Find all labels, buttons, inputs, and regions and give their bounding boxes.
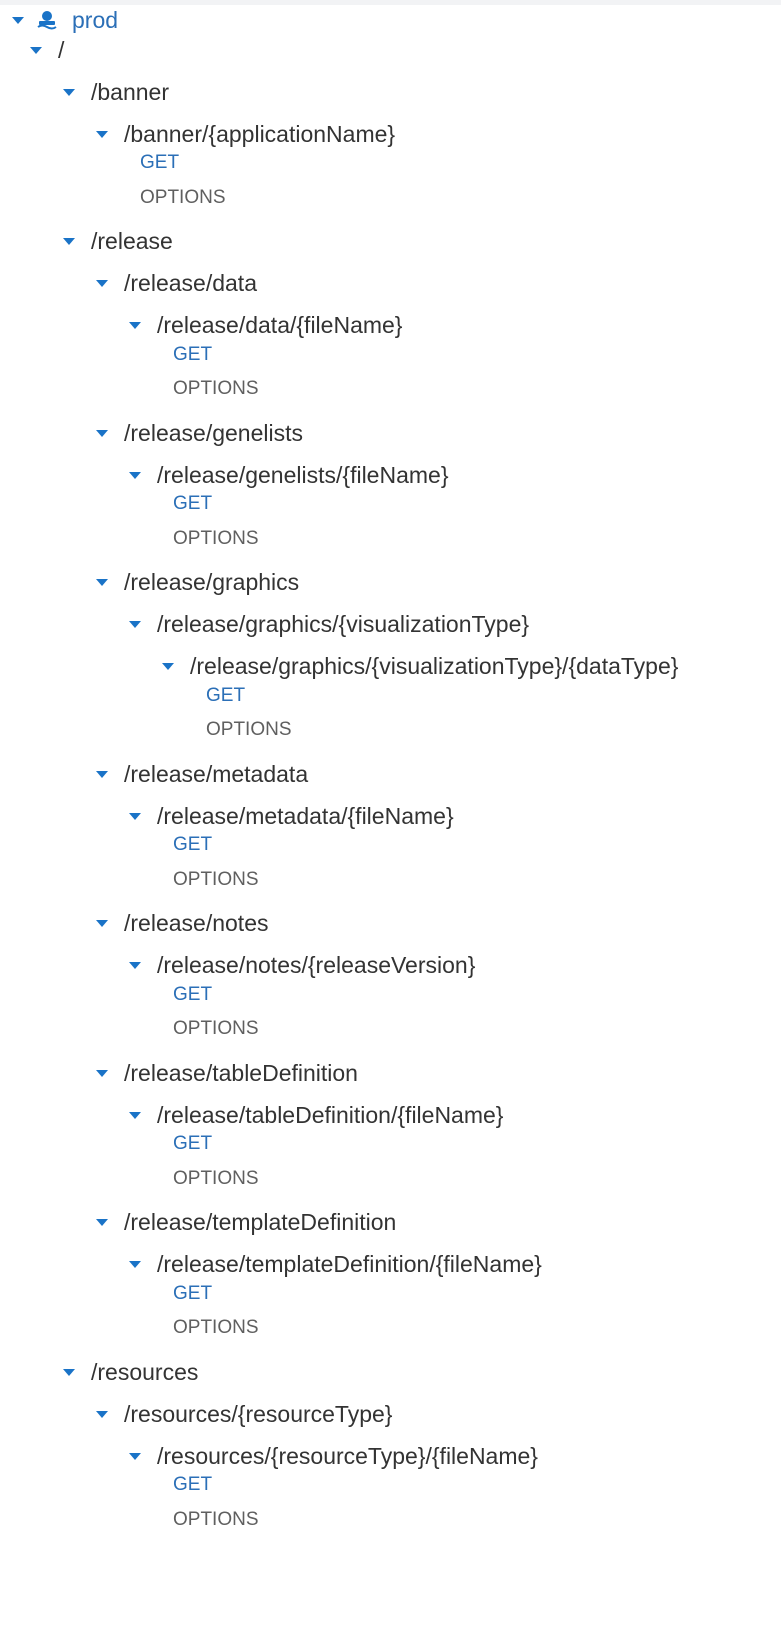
method-options[interactable]: OPTIONS [173, 1507, 259, 1533]
caret-down-icon[interactable] [63, 1368, 75, 1376]
caret-down-icon[interactable] [129, 812, 141, 820]
top-divider [0, 0, 781, 5]
caret-down-icon[interactable] [96, 1069, 108, 1077]
caret-down-icon[interactable] [162, 663, 174, 670]
tree-node-root[interactable]: / [30, 36, 64, 64]
caret-down-icon[interactable] [129, 1111, 141, 1119]
resource-path-label[interactable]: /release/graphics [124, 569, 299, 596]
caret-down-icon[interactable] [129, 471, 141, 479]
method-get[interactable]: GET [173, 342, 212, 368]
tree-node-release-notes-releaseversion[interactable]: /release/notes/{releaseVersion} [129, 952, 475, 980]
tree-node-release-graphics[interactable]: /release/graphics [96, 569, 299, 597]
method-get[interactable]: GET [206, 683, 245, 709]
caret-down-icon[interactable] [96, 1410, 108, 1418]
resource-path-label[interactable]: /release/tableDefinition/{fileName} [157, 1102, 503, 1129]
caret-down-icon[interactable] [129, 621, 141, 628]
method-get[interactable]: GET [140, 150, 179, 176]
resource-path-label[interactable]: /banner/{applicationName} [124, 121, 395, 148]
tree-node-resources-resourcetype-filename[interactable]: /resources/{resourceType}/{fileName} [129, 1442, 538, 1470]
resource-path-label[interactable]: /release [91, 228, 173, 255]
tree-node-resources[interactable]: /resources [63, 1358, 198, 1386]
method-get[interactable]: GET [173, 832, 212, 858]
method-options[interactable]: OPTIONS [173, 1016, 259, 1042]
caret-down-icon[interactable] [96, 280, 108, 287]
tree-node-release-metadata-filename[interactable]: /release/metadata/{fileName} [129, 802, 454, 830]
tree-node-release[interactable]: /release [63, 228, 173, 256]
tree-node-release-tabledefinition[interactable]: /release/tableDefinition [96, 1059, 358, 1087]
tree-node-release-data-filename[interactable]: /release/data/{fileName} [129, 312, 403, 340]
resource-path-label[interactable]: /release/genelists [124, 420, 303, 447]
resource-path-label[interactable]: /banner [91, 79, 169, 106]
caret-down-icon[interactable] [96, 130, 108, 138]
tree-node-release-metadata[interactable]: /release/metadata [96, 760, 308, 788]
resource-path-label[interactable]: /release/notes [124, 910, 268, 937]
method-options[interactable]: OPTIONS [173, 376, 259, 402]
method-options[interactable]: OPTIONS [140, 185, 226, 211]
tree-node-banner-applicationname[interactable]: /banner/{applicationName} [96, 120, 395, 148]
caret-down-icon[interactable] [129, 962, 141, 969]
caret-down-icon[interactable] [63, 238, 75, 245]
tree-node-release-data[interactable]: /release/data [96, 270, 257, 298]
tree-node-release-genelists[interactable]: /release/genelists [96, 419, 303, 447]
resource-path-label[interactable]: /release/templateDefinition [124, 1209, 396, 1236]
method-get[interactable]: GET [173, 1131, 212, 1157]
caret-down-icon[interactable] [129, 1452, 141, 1460]
resource-tree: prod //banner/banner/{applicationName} GE… [0, 0, 781, 1632]
method-get[interactable]: GET [173, 982, 212, 1008]
resource-path-label[interactable]: /release/graphics/{visualizationType}/{d… [190, 653, 678, 680]
caret-down-icon[interactable] [63, 88, 75, 96]
method-options[interactable]: OPTIONS [173, 1166, 259, 1192]
tree-node-release-notes[interactable]: /release/notes [96, 910, 268, 938]
caret-down-icon[interactable] [96, 920, 108, 927]
resource-path-label[interactable]: /resources/{resourceType}/{fileName} [157, 1443, 538, 1470]
resource-path-label[interactable]: /release/metadata/{fileName} [157, 803, 454, 830]
resource-path-label[interactable]: /release/graphics/{visualizationType} [157, 611, 529, 638]
method-options[interactable]: OPTIONS [173, 867, 259, 893]
resource-path-label[interactable]: /release/data [124, 270, 257, 297]
caret-down-icon[interactable] [129, 1261, 141, 1268]
stage-label[interactable]: prod [72, 7, 118, 34]
caret-down-icon[interactable] [12, 16, 24, 24]
method-get[interactable]: GET [173, 491, 212, 517]
resource-path-label[interactable]: /resources [91, 1359, 198, 1386]
resource-path-label[interactable]: /release/metadata [124, 761, 308, 788]
tree-node-release-templatedefinition[interactable]: /release/templateDefinition [96, 1209, 396, 1237]
method-get[interactable]: GET [173, 1281, 212, 1307]
caret-down-icon[interactable] [96, 429, 108, 437]
caret-down-icon[interactable] [96, 1219, 108, 1226]
tree-node-release-graphics-visualizationtype-datatype[interactable]: /release/graphics/{visualizationType}/{d… [162, 653, 678, 681]
caret-down-icon[interactable] [30, 46, 42, 54]
resource-path-label[interactable]: /resources/{resourceType} [124, 1401, 392, 1428]
tree-node-release-genelists-filename[interactable]: /release/genelists/{fileName} [129, 461, 449, 489]
resource-path-label[interactable]: /release/notes/{releaseVersion} [157, 952, 475, 979]
tree-stage-prod[interactable]: prod [12, 6, 118, 34]
resource-path-label[interactable]: / [58, 37, 64, 64]
tree-node-banner[interactable]: /banner [63, 78, 169, 106]
resource-path-label[interactable]: /release/templateDefinition/{fileName} [157, 1251, 542, 1278]
method-options[interactable]: OPTIONS [206, 717, 292, 743]
tree-node-release-templatedefinition-filename[interactable]: /release/templateDefinition/{fileName} [129, 1251, 542, 1279]
tree-node-release-graphics-visualizationtype[interactable]: /release/graphics/{visualizationType} [129, 611, 529, 639]
resource-path-label[interactable]: /release/data/{fileName} [157, 312, 403, 339]
resource-path-label[interactable]: /release/genelists/{fileName} [157, 462, 449, 489]
resource-path-label[interactable]: /release/tableDefinition [124, 1060, 358, 1087]
method-get[interactable]: GET [173, 1472, 212, 1498]
tree-node-resources-resourcetype[interactable]: /resources/{resourceType} [96, 1400, 392, 1428]
method-options[interactable]: OPTIONS [173, 1315, 259, 1341]
caret-down-icon[interactable] [96, 579, 108, 586]
method-options[interactable]: OPTIONS [173, 526, 259, 552]
caret-down-icon[interactable] [129, 322, 141, 329]
tree-node-release-tabledefinition-filename[interactable]: /release/tableDefinition/{fileName} [129, 1101, 503, 1129]
caret-down-icon[interactable] [96, 770, 108, 778]
stage-icon [37, 11, 57, 30]
